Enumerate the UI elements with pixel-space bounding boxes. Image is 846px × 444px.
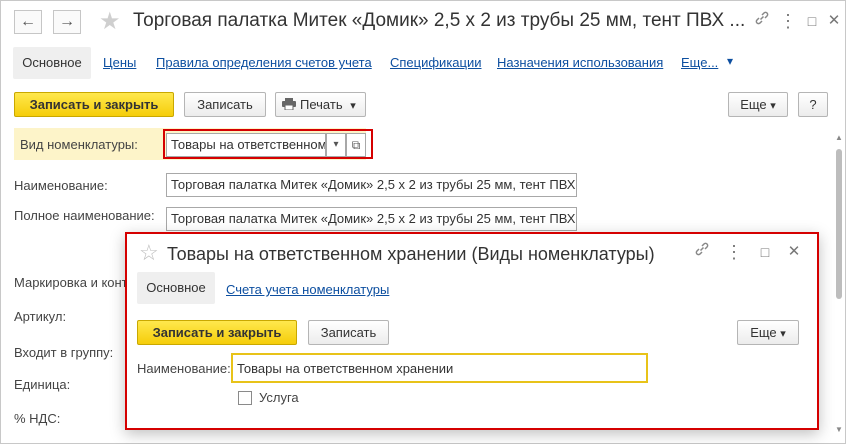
back-icon[interactable]: ←: [14, 10, 42, 34]
dialog-save-button[interactable]: Записать: [308, 320, 389, 345]
dialog-name-field[interactable]: Товары на ответственном хранении: [231, 353, 648, 383]
print-label: Печать: [300, 97, 343, 112]
dialog-more-dropdown-icon: ▾: [780, 328, 786, 340]
scrollbar[interactable]: ▲ ▼: [834, 133, 844, 439]
more-button[interactable]: Еще ▾: [728, 92, 788, 117]
service-label: Услуга: [259, 390, 299, 405]
dialog-tab-accounts[interactable]: Счета учета номенклатуры: [226, 282, 389, 297]
dialog-title: Товары на ответственном хранении (Виды н…: [167, 244, 655, 264]
printer-icon: [282, 94, 296, 111]
vid-red-highlight: [163, 129, 373, 159]
save-button[interactable]: Записать: [184, 92, 266, 117]
link-icon[interactable]: [751, 10, 773, 32]
fullname-label: Полное наименование:: [14, 208, 155, 223]
group-label: Входит в группу:: [14, 345, 114, 360]
vid-label: Вид номенклатуры:: [20, 137, 138, 152]
dialog-link-icon[interactable]: [691, 241, 713, 263]
fullname-field[interactable]: Торговая палатка Митек «Домик» 2,5 х 2 и…: [166, 207, 577, 231]
forward-icon[interactable]: →: [53, 10, 81, 34]
tab-main[interactable]: Основное: [13, 47, 91, 79]
window-title: Торговая палатка Митек «Домик» 2,5 х 2 и…: [133, 10, 746, 31]
dialog-tab-main[interactable]: Основное: [137, 272, 215, 304]
maximize-icon[interactable]: □: [801, 10, 823, 32]
unit-label: Единица:: [14, 377, 71, 392]
name-label: Наименование:: [14, 178, 108, 193]
more-dropdown-icon: ▾: [770, 100, 776, 112]
dialog-more-button[interactable]: Еще ▾: [737, 320, 799, 345]
vat-label: % НДС:: [14, 411, 61, 426]
tab-specifications[interactable]: Спецификации: [390, 55, 482, 70]
scroll-down-icon[interactable]: ▼: [835, 425, 843, 434]
tab-prices[interactable]: Цены: [103, 55, 136, 70]
dialog-more-label: Еще: [750, 325, 777, 340]
favorite-star-icon[interactable]: ★: [99, 7, 121, 36]
article-label: Артикул:: [14, 309, 67, 324]
dialog-favorite-star-icon[interactable]: ☆: [139, 240, 159, 266]
main-window: ← → ★ Торговая палатка Митек «Домик» 2,5…: [0, 0, 846, 444]
help-button[interactable]: ?: [798, 92, 828, 117]
tab-more[interactable]: Еще...: [681, 55, 718, 70]
scroll-up-icon[interactable]: ▲: [835, 133, 843, 142]
tab-account-rules[interactable]: Правила определения счетов учета: [156, 55, 372, 70]
more-menu-icon[interactable]: ⋮: [777, 10, 799, 32]
service-checkbox[interactable]: [238, 391, 252, 405]
dialog-name-label: Наименование:: [137, 361, 231, 376]
tab-usage-purposes[interactable]: Назначения использования: [497, 55, 663, 70]
more-label: Еще: [740, 97, 767, 112]
dialog-save-and-close-button[interactable]: Записать и закрыть: [137, 320, 297, 345]
close-icon[interactable]: ✕: [823, 10, 845, 32]
dialog-more-menu-icon[interactable]: ⋮: [723, 241, 745, 263]
scroll-thumb[interactable]: [836, 149, 842, 299]
tab-more-arrow-icon[interactable]: ▾: [727, 54, 733, 68]
print-dropdown-icon: ▾: [350, 100, 356, 112]
save-and-close-button[interactable]: Записать и закрыть: [14, 92, 174, 117]
nomenclature-type-dialog: ☆ Товары на ответственном хранении (Виды…: [125, 232, 819, 430]
dialog-maximize-icon[interactable]: □: [754, 241, 776, 263]
print-button[interactable]: Печать ▾: [275, 92, 366, 117]
dialog-close-icon[interactable]: ✕: [783, 241, 805, 263]
name-field[interactable]: Торговая палатка Митек «Домик» 2,5 х 2 и…: [166, 173, 577, 197]
marking-label: Маркировка и конт: [14, 275, 128, 290]
